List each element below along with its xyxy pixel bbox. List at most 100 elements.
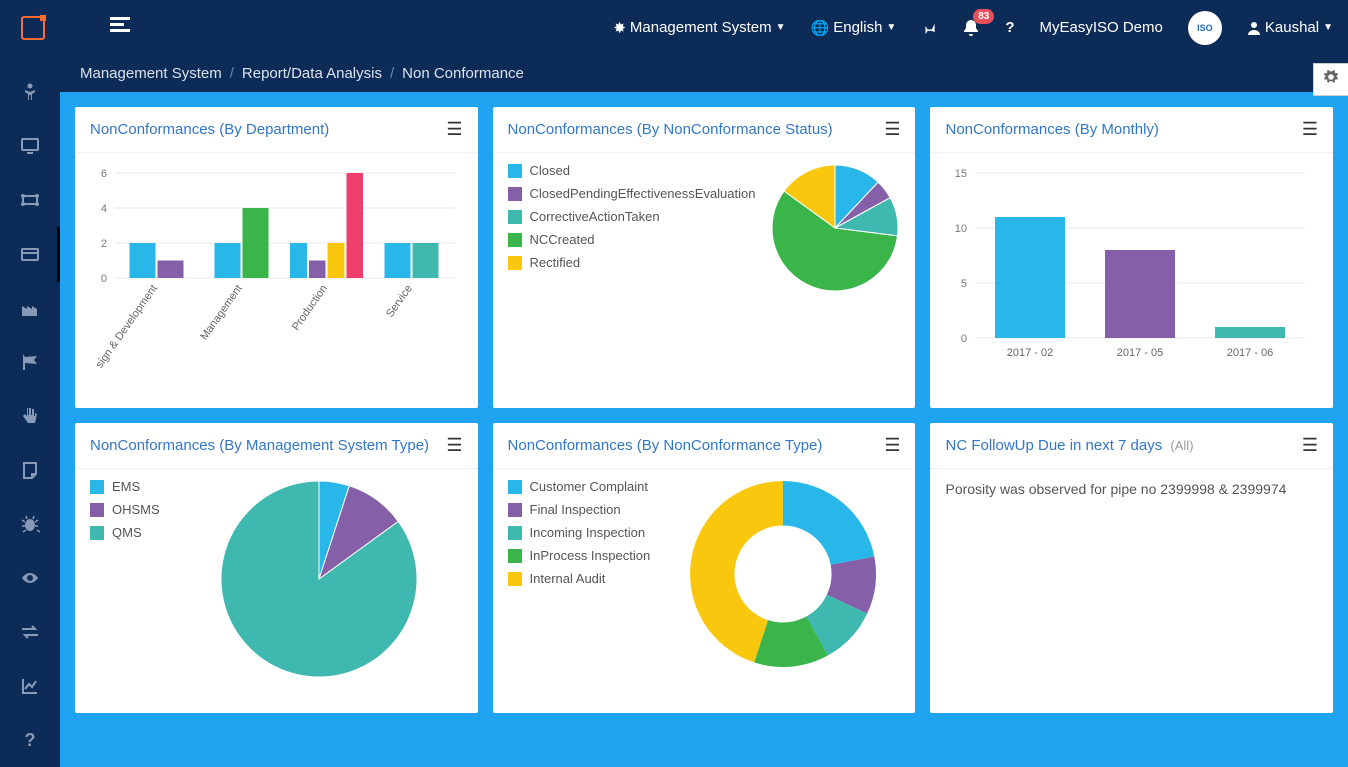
legend-label: EMS — [112, 479, 140, 494]
svg-text:6: 6 — [101, 168, 107, 180]
sidebar-item-help[interactable]: ? — [0, 713, 60, 767]
mstype-pie-chart[interactable] — [219, 479, 419, 679]
legend-item[interactable]: OHSMS — [90, 502, 160, 517]
panel-nc-by-department: NonConformances (By Department) ☰ 0246si… — [75, 107, 478, 408]
legend-item[interactable]: Incoming Inspection — [508, 525, 651, 540]
legend-item[interactable]: QMS — [90, 525, 160, 540]
legend-swatch — [508, 549, 522, 563]
panel-nc-by-status: NonConformances (By NonConformance Statu… — [493, 107, 916, 408]
svg-text:2: 2 — [101, 238, 107, 250]
sidebar-item-human[interactable] — [0, 65, 60, 119]
svg-text:5: 5 — [961, 278, 967, 290]
sidebar-item-exchange[interactable] — [0, 605, 60, 659]
legend-label: CorrectiveActionTaken — [530, 209, 660, 224]
legend-swatch — [90, 480, 104, 494]
gear-icon — [1324, 70, 1338, 84]
status-pie-chart[interactable] — [770, 163, 900, 293]
legend-item[interactable]: Closed — [508, 163, 756, 178]
legend-label: Final Inspection — [530, 502, 621, 517]
panel-menu-icon[interactable]: ☰ — [1302, 119, 1318, 140]
sidebar-item-bug[interactable] — [0, 497, 60, 551]
sidebar-toggle-icon[interactable] — [110, 17, 130, 38]
sidebar-item-note[interactable] — [0, 443, 60, 497]
notifications-button[interactable]: 83 — [962, 19, 980, 37]
breadcrumb-level-2[interactable]: Report/Data Analysis — [242, 65, 382, 82]
legend-swatch — [508, 233, 522, 247]
management-system-dropdown[interactable]: ✸ Management System ▼ — [613, 19, 785, 37]
notification-badge: 83 — [973, 9, 994, 24]
legend-swatch — [90, 526, 104, 540]
legend-item[interactable]: InProcess Inspection — [508, 548, 651, 563]
sidebar-item-factory[interactable] — [0, 281, 60, 335]
sidebar-item-hand[interactable] — [0, 389, 60, 443]
sidebar-item-chart[interactable] — [0, 659, 60, 713]
user-menu[interactable]: Kaushal ▼ — [1247, 19, 1333, 36]
gear-icon: ✸ — [613, 19, 626, 37]
svg-text:4: 4 — [101, 203, 107, 215]
legend-item[interactable]: Final Inspection — [508, 502, 651, 517]
language-dropdown[interactable]: 🌐 English ▼ — [811, 19, 897, 37]
legend-swatch — [508, 503, 522, 517]
followup-list-item[interactable]: Porosity was observed for pipe no 239999… — [945, 479, 1318, 499]
breadcrumb-sep: / — [230, 65, 234, 82]
svg-text:Service: Service — [384, 283, 415, 320]
legend-item[interactable]: Customer Complaint — [508, 479, 651, 494]
svg-text:Production: Production — [290, 283, 330, 333]
legend-item[interactable]: CorrectiveActionTaken — [508, 209, 756, 224]
caret-down-icon: ▼ — [776, 22, 786, 33]
svg-text:2017 - 05: 2017 - 05 — [1117, 347, 1163, 359]
legend-label: Incoming Inspection — [530, 525, 646, 540]
legend-item[interactable]: EMS — [90, 479, 160, 494]
breadcrumb-root[interactable]: Management System — [80, 65, 222, 82]
panel-menu-icon[interactable]: ☰ — [884, 435, 900, 456]
sidebar-item-flag[interactable] — [0, 335, 60, 389]
legend-label: Rectified — [530, 255, 581, 270]
breadcrumb-sep: / — [390, 65, 394, 82]
monthly-bar-chart[interactable]: 0510152017 - 022017 - 052017 - 06 — [945, 163, 1315, 373]
help-icon[interactable]: ? — [1005, 19, 1014, 36]
legend-swatch — [508, 572, 522, 586]
app-logo[interactable] — [15, 10, 50, 45]
legend-item[interactable]: ClosedPendingEffectivenessEvaluation — [508, 186, 756, 201]
panel-title: NonConformances (By Management System Ty… — [90, 437, 429, 454]
panel-menu-icon[interactable]: ☰ — [884, 119, 900, 140]
svg-text:Management: Management — [198, 283, 245, 342]
user-name-label: Kaushal — [1265, 19, 1319, 36]
settings-gear-tab[interactable] — [1313, 63, 1348, 96]
nctype-legend: Customer Complaint Final Inspection Incomi… — [508, 479, 651, 669]
sidebar-item-eye[interactable] — [0, 551, 60, 605]
panel-nc-by-nctype: NonConformances (By NonConformance Type)… — [493, 423, 916, 713]
language-label: English — [833, 19, 882, 36]
nctype-donut-chart[interactable] — [688, 479, 878, 669]
legend-swatch — [90, 503, 104, 517]
legend-label: OHSMS — [112, 502, 160, 517]
legend-label: Customer Complaint — [530, 479, 649, 494]
org-avatar[interactable]: ISO — [1188, 11, 1222, 45]
pin-icon[interactable] — [921, 20, 937, 36]
top-nav: ✸ Management System ▼ 🌐 English ▼ 83 ? M… — [0, 0, 1348, 55]
sidebar-item-model[interactable] — [0, 173, 60, 227]
org-name[interactable]: MyEasyISO Demo — [1040, 19, 1163, 36]
legend-swatch — [508, 526, 522, 540]
svg-text:2017 - 06: 2017 - 06 — [1227, 347, 1273, 359]
caret-down-icon: ▼ — [886, 22, 896, 33]
svg-text:10: 10 — [955, 223, 967, 235]
svg-text:15: 15 — [955, 168, 967, 180]
sidebar-item-card[interactable] — [0, 227, 60, 281]
breadcrumb: Management System / Report/Data Analysis… — [60, 55, 1348, 92]
legend-item[interactable]: Internal Audit — [508, 571, 651, 586]
panel-nc-by-monthly: NonConformances (By Monthly) ☰ 051015201… — [930, 107, 1333, 408]
panel-menu-icon[interactable]: ☰ — [446, 435, 462, 456]
main-content: Management System / Report/Data Analysis… — [60, 55, 1348, 767]
svg-text:0: 0 — [101, 273, 107, 285]
dept-bar-chart[interactable]: 0246sign & DevelopmentManagementProducti… — [90, 163, 460, 393]
panel-menu-icon[interactable]: ☰ — [1302, 435, 1318, 456]
legend-swatch — [508, 164, 522, 178]
panel-title: NonConformances (By Monthly) — [945, 121, 1158, 138]
panel-title: NonConformances (By Department) — [90, 121, 329, 138]
legend-label: Closed — [530, 163, 570, 178]
legend-item[interactable]: Rectified — [508, 255, 756, 270]
panel-menu-icon[interactable]: ☰ — [446, 119, 462, 140]
sidebar-item-monitor[interactable] — [0, 119, 60, 173]
legend-item[interactable]: NCCreated — [508, 232, 756, 247]
